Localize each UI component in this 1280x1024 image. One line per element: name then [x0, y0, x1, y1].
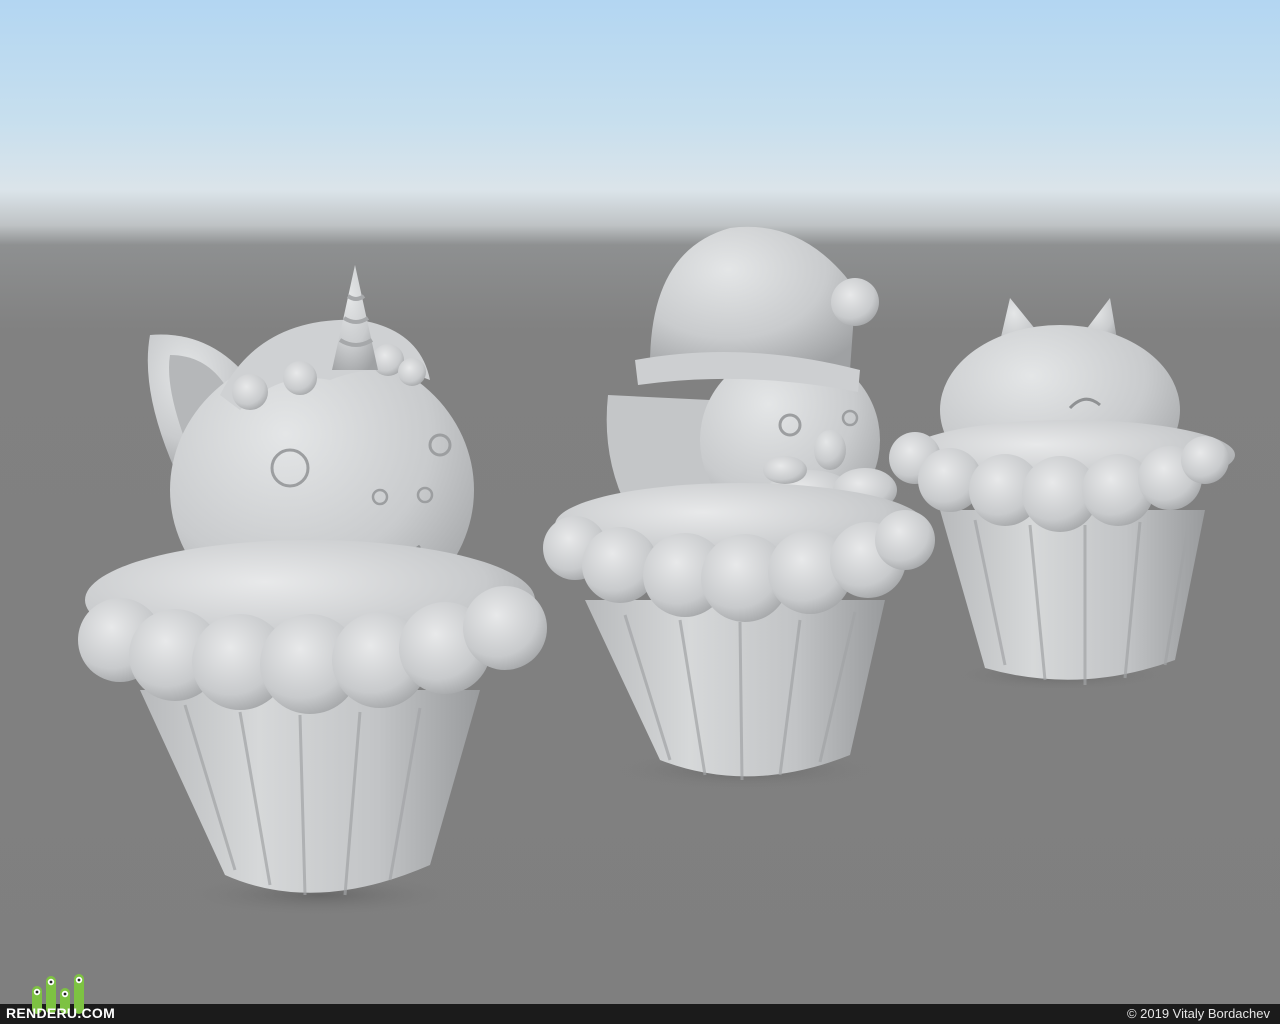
render-scene: [0, 0, 1280, 1004]
clay-cupcakes-render: [78, 226, 1235, 917]
logo-text: RENDERU.COM: [6, 1005, 116, 1021]
unicorn-cupcake: [78, 265, 547, 896]
santa-cupcake: [543, 226, 935, 781]
copyright-text: © 2019 Vitaly Bordachev: [1126, 1006, 1270, 1021]
cat-cupcake: [889, 298, 1235, 685]
footer-bar: [0, 1004, 1280, 1024]
